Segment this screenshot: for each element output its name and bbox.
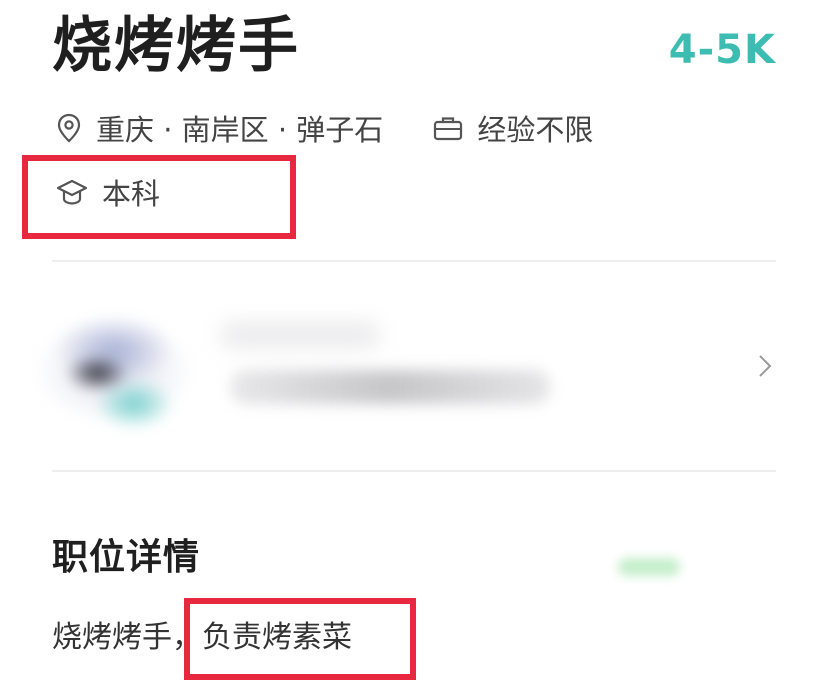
description-prefix: 烧烤烤手， <box>52 620 202 655</box>
location-info[interactable]: 重庆 · 南岸区 · 弹子石 <box>56 107 383 149</box>
briefcase-icon <box>433 115 463 141</box>
salary-range: 4-5K <box>668 27 776 73</box>
location-pin-icon <box>56 113 82 143</box>
recruiter-card[interactable] <box>0 262 828 470</box>
duty-highlight-box <box>184 598 416 680</box>
decorative-smudge <box>618 558 680 576</box>
job-title: 烧烤烤手 <box>52 11 300 81</box>
divider <box>52 470 776 472</box>
job-details-heading: 职位详情 <box>52 537 201 578</box>
job-meta-row: 重庆 · 南岸区 · 弹子石 经验不限 <box>56 106 593 150</box>
blurred-avatar <box>30 312 198 430</box>
experience-text: 经验不限 <box>477 113 594 147</box>
location-text: 重庆 · 南岸区 · 弹子石 <box>96 113 384 147</box>
education-highlight-box <box>22 155 296 239</box>
experience-info: 经验不限 <box>433 107 593 149</box>
blurred-recruiter-name <box>220 322 380 348</box>
chevron-right-icon[interactable] <box>754 350 776 382</box>
blurred-recruiter-info <box>230 370 550 404</box>
